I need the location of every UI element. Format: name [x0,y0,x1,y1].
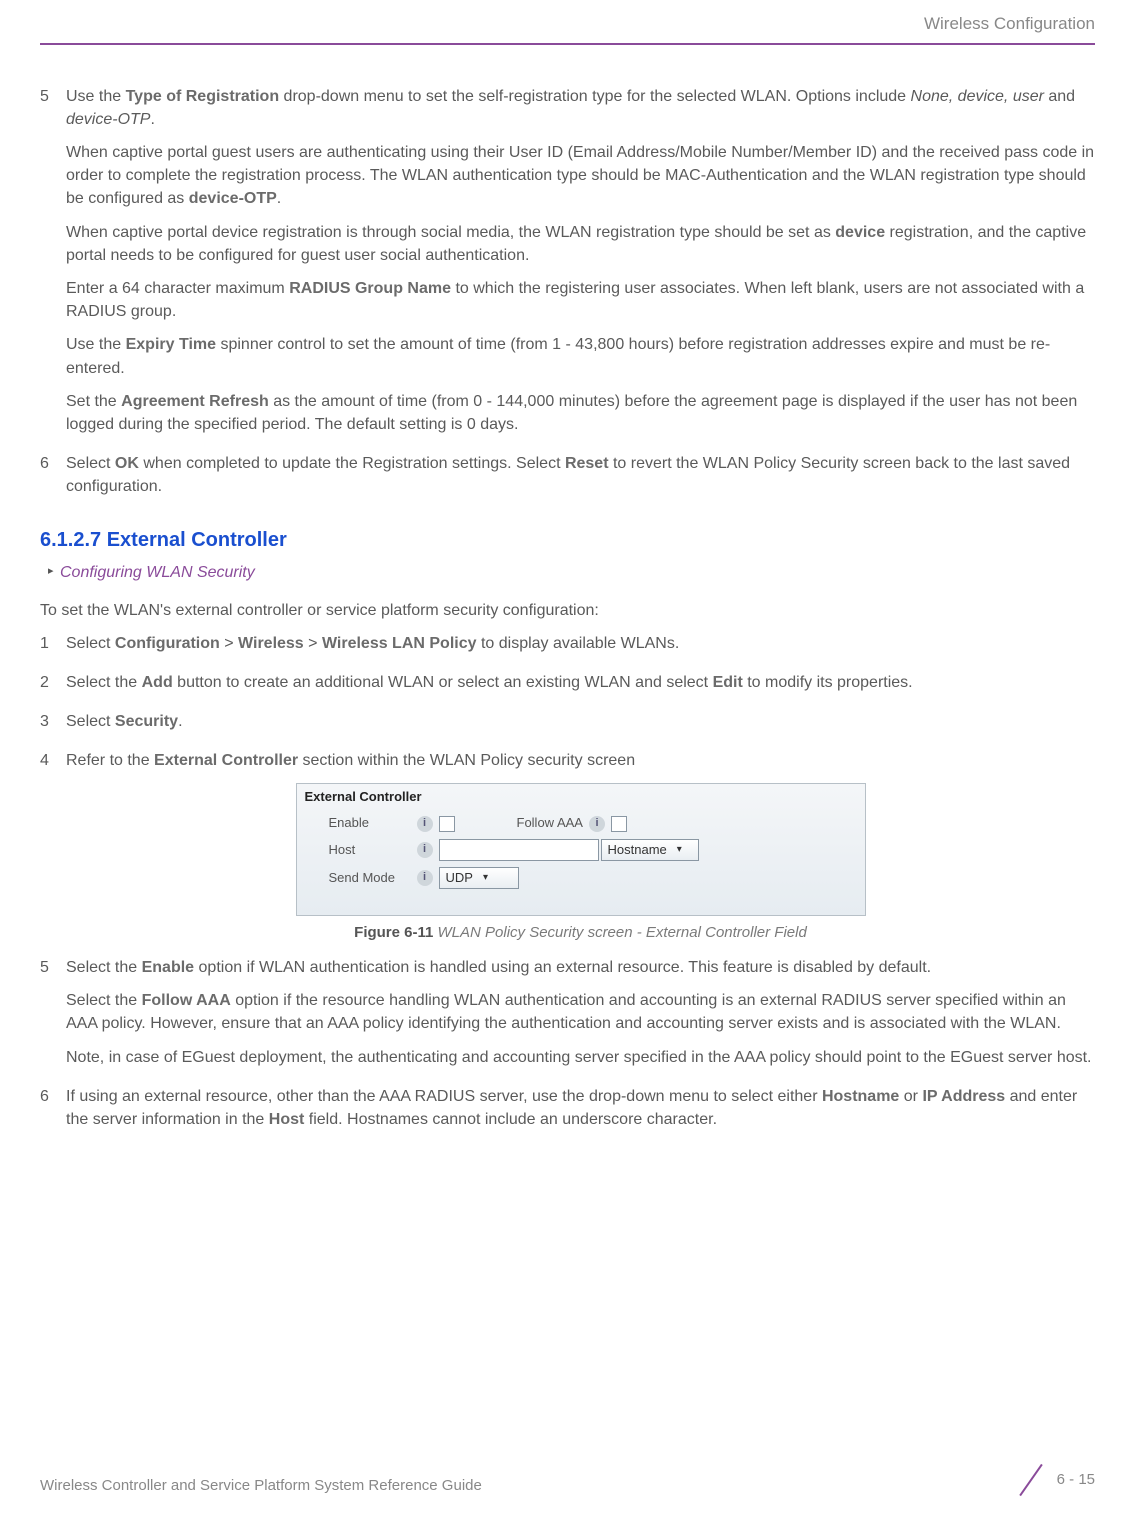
step-body: Use the Type of Registration drop-down m… [66,85,1095,446]
info-icon[interactable]: i [417,842,433,858]
fieldset-title: External Controller [305,788,857,807]
host-input[interactable] [439,839,599,861]
step-4: 4 Refer to the External Controller secti… [40,749,1095,950]
step-3: 3 Select Security. [40,710,1095,743]
step-body: Select Configuration > Wireless > Wirele… [66,632,1095,665]
info-icon[interactable]: i [417,816,433,832]
send-mode-label: Send Mode [329,869,417,888]
steps-list-b: 1 Select Configuration > Wireless > Wire… [40,632,1095,1141]
device-label: device [835,224,885,241]
step-number: 5 [40,956,66,1079]
paragraph: Select Configuration > Wireless > Wirele… [66,632,1095,655]
host-field-label: Host [269,1111,305,1128]
intro-text: To set the WLAN's external controller or… [40,599,1095,622]
info-icon[interactable]: i [417,870,433,886]
security-label: Security [115,713,178,730]
type-of-registration-label: Type of Registration [126,88,280,105]
device-otp-label: device-OTP [189,190,277,207]
paragraph: When captive portal device registration … [66,221,1095,267]
row-host: Host i Hostname [305,839,857,861]
step-6b: 6 If using an external resource, other t… [40,1085,1095,1141]
enable-checkbox[interactable] [439,816,455,832]
paragraph: Select Security. [66,710,1095,733]
step-1: 1 Select Configuration > Wireless > Wire… [40,632,1095,665]
follow-aaa-label: Follow AAA [517,814,583,833]
paragraph: Select OK when completed to update the R… [66,452,1095,498]
configuration-label: Configuration [115,635,220,652]
paragraph: Note, in case of EGuest deployment, the … [66,1046,1095,1069]
page-header: Wireless Configuration [40,10,1095,45]
row-enable: Enable i Follow AAA i [305,814,857,833]
step-number: 3 [40,710,66,743]
ip-address-option-label: IP Address [922,1088,1005,1105]
breadcrumb-link[interactable]: Configuring WLAN Security [60,564,255,581]
follow-aaa-option-label: Follow AAA [142,992,231,1009]
wireless-label: Wireless [238,635,304,652]
follow-aaa-checkbox[interactable] [611,816,627,832]
external-controller-panel: External Controller Enable i Follow AAA … [296,783,866,917]
page: Wireless Configuration 5 Use the Type of… [0,0,1125,1207]
step-number: 2 [40,671,66,704]
paragraph: Use the Expiry Time spinner control to s… [66,333,1095,379]
step-body: Select the Add button to create an addit… [66,671,1095,704]
step-body: Select Security. [66,710,1095,743]
step-number: 6 [40,1085,66,1141]
paragraph: Select the Enable option if WLAN authent… [66,956,1095,979]
edit-label: Edit [713,674,743,691]
ok-label: OK [115,455,139,472]
agreement-refresh-label: Agreement Refresh [121,393,269,410]
external-controller-label: External Controller [154,752,298,769]
step-number: 1 [40,632,66,665]
host-label: Host [329,841,417,860]
enable-option-label: Enable [142,959,194,976]
paragraph: When captive portal guest users are auth… [66,141,1095,211]
step-body: Refer to the External Controller section… [66,749,1095,950]
figure: External Controller Enable i Follow AAA … [66,783,1095,944]
host-type-dropdown[interactable]: Hostname [601,839,699,861]
page-footer: Wireless Controller and Service Platform… [40,1463,1095,1497]
slash-icon [1013,1463,1047,1497]
radius-group-name-label: RADIUS Group Name [289,280,451,297]
step-6: 6 Select OK when completed to update the… [40,452,1095,508]
figure-title: WLAN Policy Security screen - External C… [433,924,806,941]
section-heading: 6.1.2.7 External Controller [40,526,1095,555]
paragraph: Select the Add button to create an addit… [66,671,1095,694]
hostname-option-label: Hostname [822,1088,899,1105]
steps-list-a: 5 Use the Type of Registration drop-down… [40,85,1095,509]
enable-label: Enable [329,814,417,833]
send-mode-dropdown[interactable]: UDP [439,867,519,889]
step-body: Select the Enable option if WLAN authent… [66,956,1095,1079]
figure-caption: Figure 6-11 WLAN Policy Security screen … [66,922,1095,944]
paragraph: Set the Agreement Refresh as the amount … [66,390,1095,436]
paragraph: Refer to the External Controller section… [66,749,1095,772]
header-title: Wireless Configuration [924,14,1095,33]
breadcrumb[interactable]: Configuring WLAN Security [40,561,1095,584]
figure-number: Figure 6-11 [354,924,433,941]
step-body: If using an external resource, other tha… [66,1085,1095,1141]
step-5: 5 Use the Type of Registration drop-down… [40,85,1095,446]
step-number: 4 [40,749,66,950]
add-label: Add [142,674,173,691]
paragraph: Enter a 64 character maximum RADIUS Grou… [66,277,1095,323]
step-5b: 5 Select the Enable option if WLAN authe… [40,956,1095,1079]
expiry-time-label: Expiry Time [126,336,216,353]
footer-left: Wireless Controller and Service Platform… [40,1475,482,1497]
info-icon[interactable]: i [589,816,605,832]
step-2: 2 Select the Add button to create an add… [40,671,1095,704]
reset-label: Reset [565,455,609,472]
step-number: 5 [40,85,66,446]
row-sendmode: Send Mode i UDP [305,867,857,889]
page-number: 6 - 15 [1057,1469,1095,1491]
paragraph: If using an external resource, other tha… [66,1085,1095,1131]
step-body: Select OK when completed to update the R… [66,452,1095,508]
wlan-policy-label: Wireless LAN Policy [322,635,477,652]
content: 5 Use the Type of Registration drop-down… [40,45,1095,1142]
paragraph: Use the Type of Registration drop-down m… [66,85,1095,131]
paragraph: Select the Follow AAA option if the reso… [66,989,1095,1035]
footer-right: 6 - 15 [1013,1463,1095,1497]
step-number: 6 [40,452,66,508]
